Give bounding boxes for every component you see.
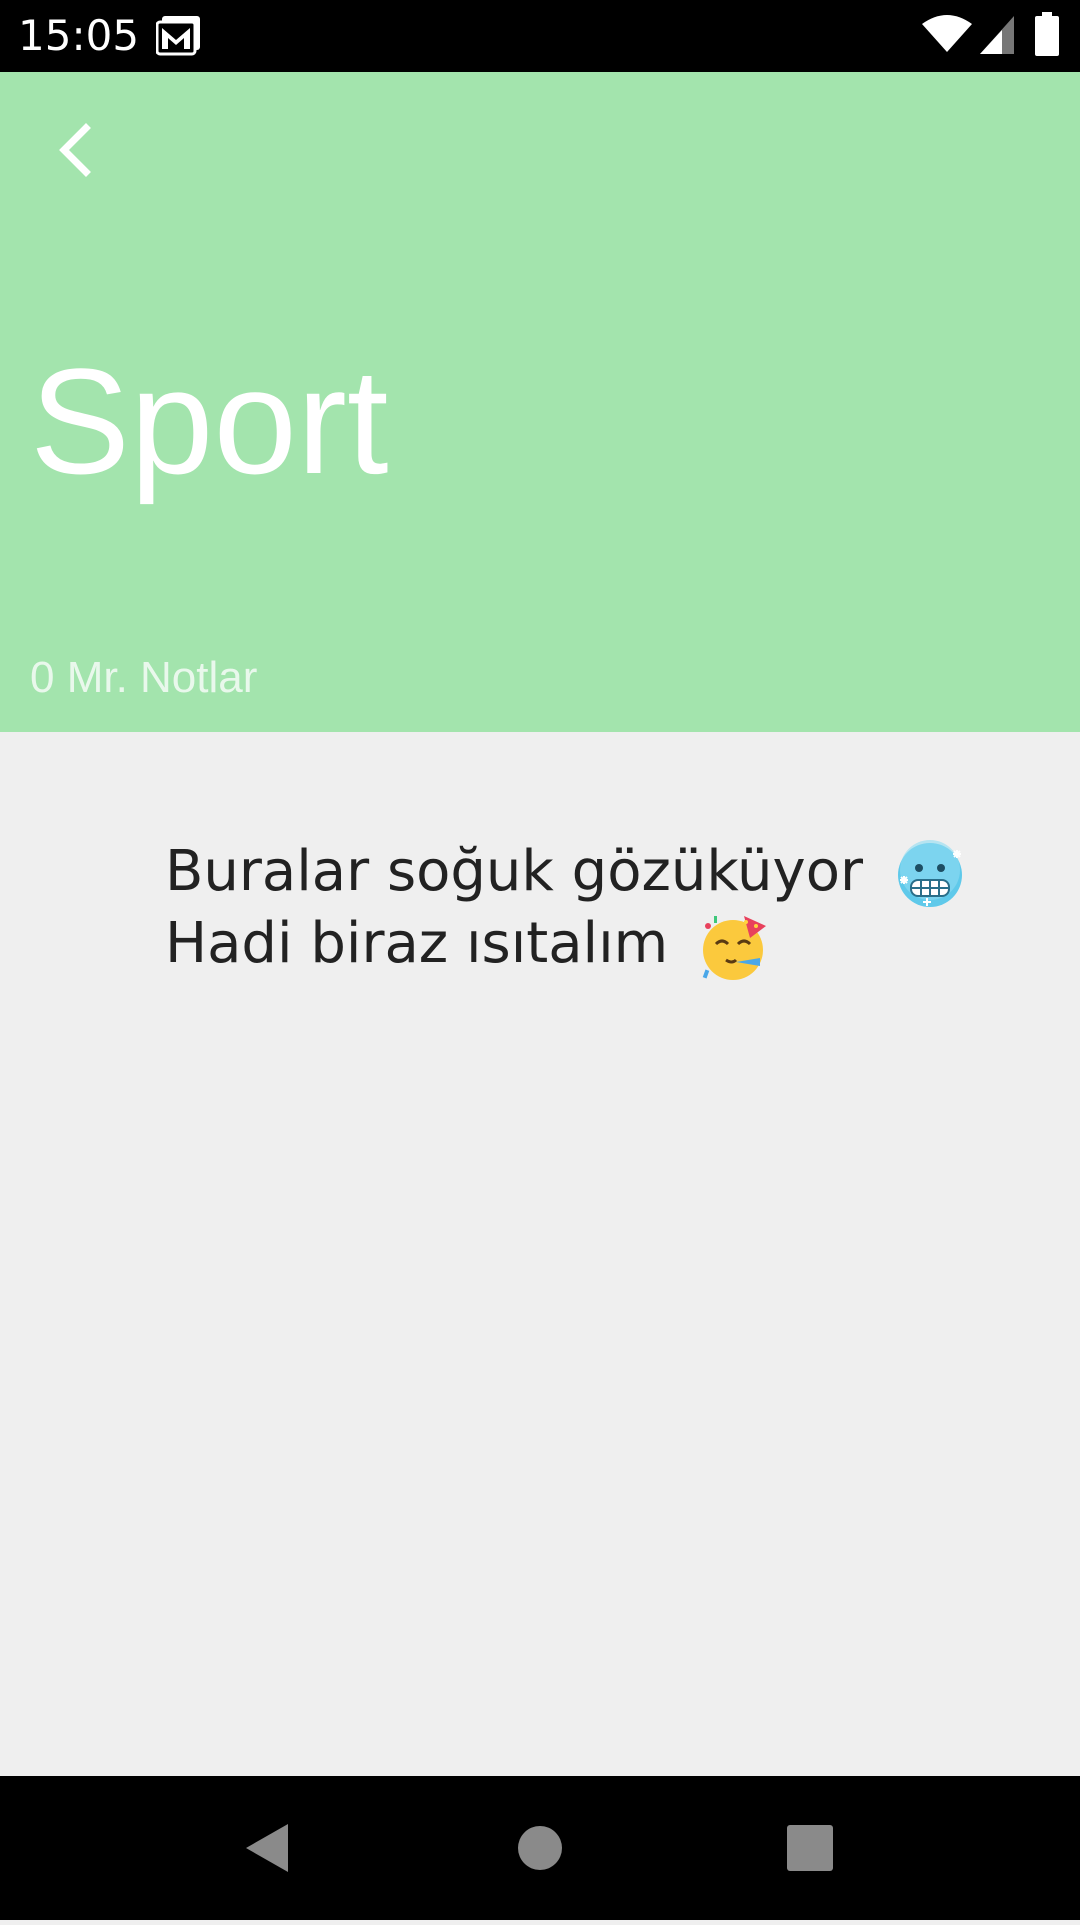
gmail-icon xyxy=(156,16,200,56)
back-triangle-icon xyxy=(246,1824,288,1872)
recents-square-icon xyxy=(787,1825,833,1871)
signal-icon xyxy=(980,16,1014,54)
partying-face-emoji xyxy=(702,915,767,980)
nav-home-button[interactable] xyxy=(450,1776,630,1920)
empty-state-text-1: Buralar soğuk gözüküyor xyxy=(165,839,863,904)
empty-state-text-2: Hadi biraz ısıtalım xyxy=(165,911,669,976)
nav-back-button[interactable] xyxy=(178,1776,358,1920)
status-bar: 15:05 xyxy=(0,0,1080,72)
chevron-left-icon xyxy=(59,123,91,177)
home-circle-icon xyxy=(518,1826,562,1870)
note-count: 0 Mr. Notlar xyxy=(30,653,258,702)
back-button[interactable] xyxy=(38,112,114,188)
nav-recents-button[interactable] xyxy=(720,1776,900,1920)
wifi-icon xyxy=(922,15,972,52)
empty-state-line-1: Buralar soğuk gözüküyor xyxy=(165,836,965,910)
battery-icon xyxy=(1035,12,1059,56)
navigation-bar xyxy=(0,1776,1080,1920)
empty-state-line-2: Hadi biraz ısıtalım xyxy=(165,908,770,982)
category-header: Sport 0 Mr. Notlar xyxy=(0,72,1080,732)
notes-list-area: Buralar soğuk gözüküyor Hadi biraz ısıta… xyxy=(0,732,1080,1776)
cold-face-emoji xyxy=(897,839,962,907)
category-title: Sport xyxy=(30,337,389,505)
status-time: 15:05 xyxy=(18,11,140,60)
